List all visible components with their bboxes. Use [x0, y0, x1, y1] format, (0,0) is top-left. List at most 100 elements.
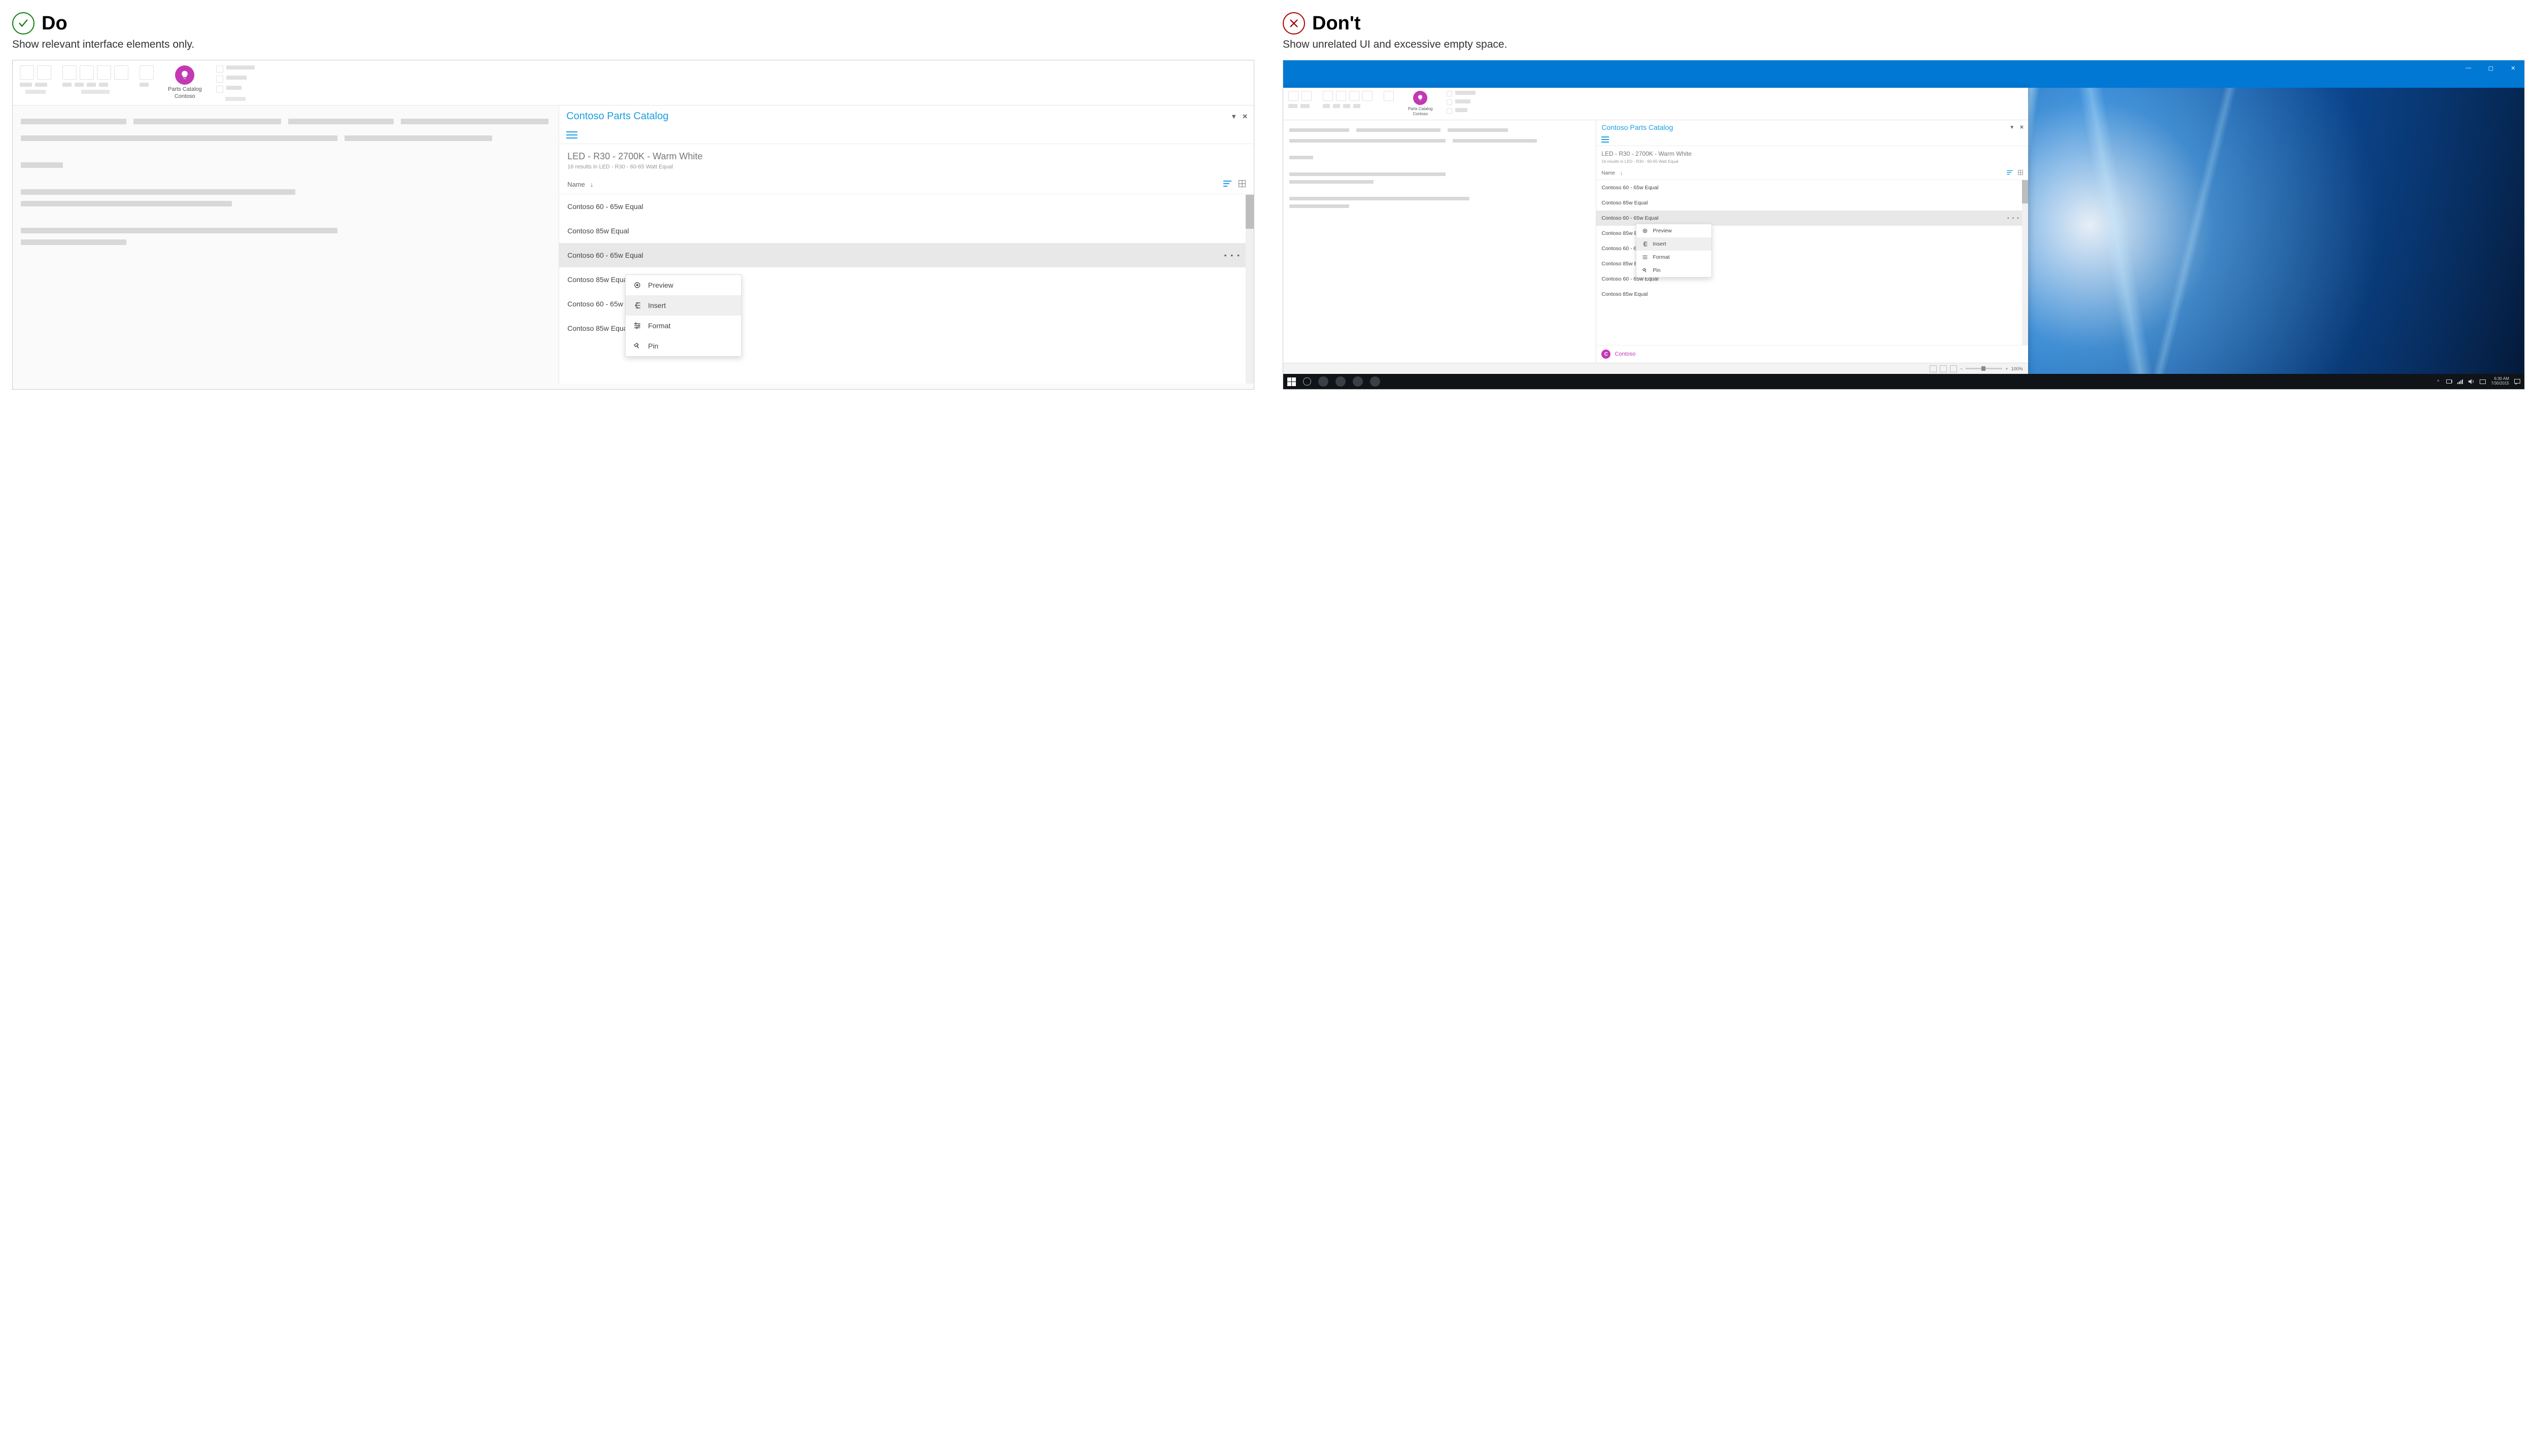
do-title: Do: [42, 13, 67, 34]
comparison-wrapper: Do Show relevant interface elements only…: [12, 12, 2525, 390]
sort-down-icon[interactable]: ↓: [590, 181, 594, 188]
breadcrumb-sub: 16 results in LED - R30 - 60-65 Watt Equ…: [567, 164, 1246, 170]
menu-preview[interactable]: Preview: [626, 275, 741, 295]
menu-preview[interactable]: Preview: [1636, 224, 1711, 237]
menu-insert[interactable]: Insert: [626, 295, 741, 316]
sort-down-icon[interactable]: ↓: [1620, 170, 1623, 176]
lightbulb-icon: [1413, 91, 1427, 105]
taskbar-app-icon[interactable]: [1353, 376, 1363, 387]
list-item[interactable]: Contoso 85w Equal: [1596, 195, 2028, 211]
preview-icon: [633, 281, 642, 289]
dont-column: Don't Show unrelated UI and excessive em…: [1283, 12, 2525, 390]
zoom-level: 100%: [2011, 366, 2023, 371]
taskbar-app-icon[interactable]: [1318, 376, 1328, 387]
action-center-icon[interactable]: [2514, 378, 2520, 385]
breadcrumb-main: LED - R30 - 2700K - Warm White: [1601, 150, 2022, 157]
task-pane: Contoso Parts Catalog ▼ ✕ LED - R30 - 27…: [1596, 120, 2028, 363]
x-circle-icon: [1283, 12, 1305, 34]
brand-footer: C Contoso: [1596, 345, 2028, 363]
dont-subtitle: Show unrelated UI and excessive empty sp…: [1283, 39, 2525, 51]
pane-dropdown-icon[interactable]: ▼: [1230, 113, 1237, 121]
document-area: [13, 106, 559, 384]
list-item[interactable]: Contoso 85w Equal: [559, 219, 1254, 243]
status-bar: − + 100%: [1283, 363, 2028, 374]
network-icon[interactable]: [2457, 378, 2463, 385]
breadcrumb-sub: 16 results in LED - R30 - 60-65 Watt Equ…: [1601, 159, 2022, 164]
keyboard-icon[interactable]: [2480, 378, 2486, 385]
list-item[interactable]: Contoso 60 - 65w Equal: [1596, 180, 2028, 195]
pin-icon: [633, 342, 642, 350]
parts-catalog-button[interactable]: Parts Catalog Contoso: [165, 65, 205, 101]
pane-close-icon[interactable]: ✕: [1242, 113, 1248, 121]
menu-label: Preview: [1653, 228, 1671, 234]
scrollbar[interactable]: [2022, 180, 2028, 345]
format-icon: [633, 322, 642, 330]
catalog-label-line2: Contoso: [1408, 112, 1432, 117]
list-view-icon[interactable]: [1223, 180, 1231, 189]
pane-close-icon[interactable]: ✕: [2019, 125, 2024, 130]
insert-icon: [633, 301, 642, 309]
taskbar-app-icon[interactable]: [1335, 376, 1346, 387]
pane-title: Contoso Parts Catalog: [1601, 123, 1673, 131]
menu-label: Format: [1653, 254, 1669, 260]
clock[interactable]: 6:30 AM 7/30/2015: [2491, 377, 2509, 386]
menu-label: Insert: [648, 301, 666, 309]
checkmark-circle-icon: [12, 12, 35, 34]
list-view-icon[interactable]: [2007, 170, 2013, 177]
menu-format[interactable]: Format: [626, 316, 741, 336]
catalog-label-line1: Parts Catalog: [1408, 107, 1432, 112]
grid-view-icon[interactable]: [2018, 170, 2023, 177]
start-button[interactable]: [1287, 377, 1296, 386]
more-icon[interactable]: • • •: [1224, 251, 1241, 259]
ribbon: Parts Catalog Contoso: [13, 60, 1254, 106]
pane-title: Contoso Parts Catalog: [566, 111, 668, 122]
close-button[interactable]: ✕: [2502, 60, 2524, 76]
list-item-label: Contoso 60 - 65w Equal: [567, 251, 643, 259]
list-item-selected[interactable]: Contoso 60 - 65w Equal • • •: [559, 243, 1254, 267]
view-mode-icon[interactable]: [1930, 365, 1937, 372]
menu-pin[interactable]: Pin: [1636, 264, 1711, 277]
taskbar-app-icon[interactable]: [1370, 376, 1380, 387]
column-name[interactable]: Name: [567, 181, 585, 188]
column-name[interactable]: Name: [1601, 170, 1615, 176]
volume-icon[interactable]: [2469, 378, 2475, 385]
insert-icon: [1641, 241, 1649, 247]
catalog-label-line1: Parts Catalog: [168, 86, 202, 93]
menu-insert[interactable]: Insert: [1636, 237, 1711, 251]
results-list: Contoso 60 - 65w Equal Contoso 85w Equal…: [559, 194, 1254, 384]
task-pane: Contoso Parts Catalog ▼ ✕ LED - R30 - 27…: [559, 106, 1254, 384]
app-window: Parts Catalog Contoso: [1283, 88, 2028, 374]
hamburger-icon[interactable]: [1601, 136, 1609, 143]
breadcrumb-main: LED - R30 - 2700K - Warm White: [567, 151, 1246, 162]
menu-format[interactable]: Format: [1636, 251, 1711, 264]
minimize-button[interactable]: —: [2457, 60, 2480, 76]
maximize-button[interactable]: ▢: [2480, 60, 2502, 76]
do-header: Do: [12, 12, 1254, 34]
list-item[interactable]: Contoso 60 - 65w Equal: [559, 194, 1254, 219]
menu-pin[interactable]: Pin: [626, 336, 741, 356]
cortana-icon[interactable]: [1303, 377, 1311, 386]
view-mode-icon[interactable]: [1950, 365, 1957, 372]
grid-view-icon[interactable]: [1239, 180, 1246, 189]
zoom-out-icon[interactable]: −: [1960, 366, 1963, 371]
zoom-in-icon[interactable]: +: [2005, 366, 2008, 371]
brand-avatar: C: [1601, 350, 1610, 359]
scrollbar[interactable]: [1246, 194, 1254, 384]
list-item[interactable]: Contoso 85w Equal: [1596, 287, 2028, 302]
zoom-slider[interactable]: [1966, 368, 2002, 369]
brand-name: Contoso: [1615, 351, 1635, 357]
battery-icon[interactable]: [2446, 378, 2452, 385]
format-icon: [1641, 254, 1649, 260]
tray-chevron-icon[interactable]: ^: [2435, 378, 2441, 385]
pin-icon: [1641, 267, 1649, 273]
context-menu: Preview Insert Format: [625, 274, 742, 357]
pane-dropdown-icon[interactable]: ▼: [2009, 125, 2014, 130]
do-column: Do Show relevant interface elements only…: [12, 12, 1254, 390]
view-mode-icon[interactable]: [1940, 365, 1947, 372]
hamburger-icon[interactable]: [566, 131, 577, 138]
context-menu: Preview Insert Format: [1636, 224, 1712, 278]
do-screenshot: Parts Catalog Contoso: [12, 60, 1254, 390]
more-icon[interactable]: • • •: [2007, 216, 2019, 221]
menu-label: Format: [648, 322, 670, 330]
parts-catalog-button[interactable]: Parts Catalog Contoso: [1405, 91, 1435, 117]
